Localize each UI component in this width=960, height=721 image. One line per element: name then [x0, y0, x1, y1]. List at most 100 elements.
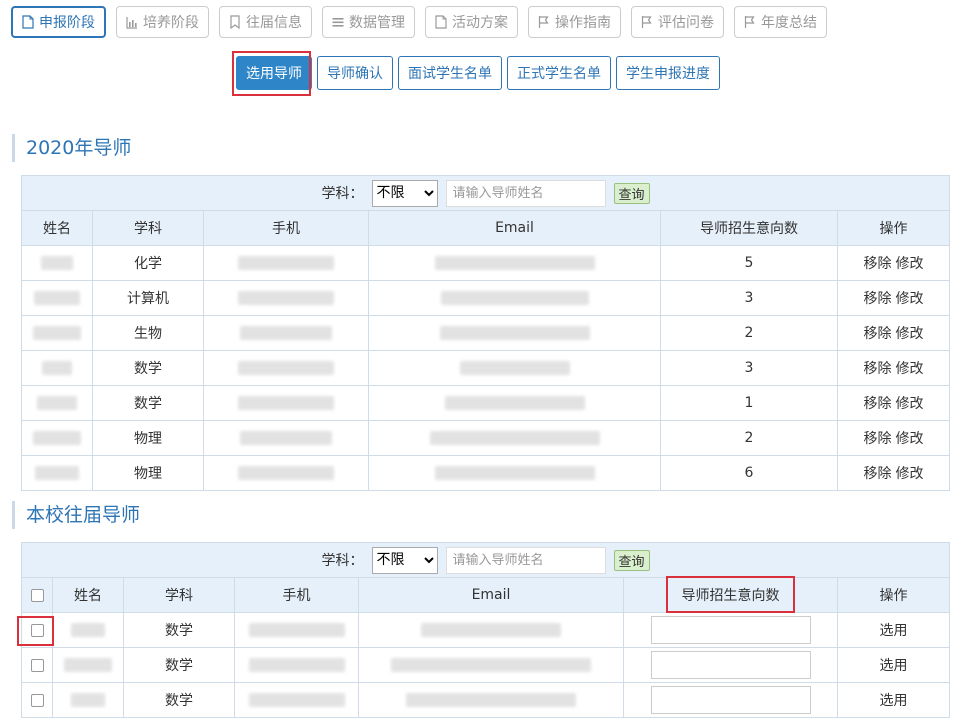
edit-link[interactable]: 修改 [896, 256, 924, 272]
intent-count-input[interactable] [650, 616, 811, 644]
stage-tab-1[interactable]: 培养阶段 [116, 6, 209, 38]
column-header: 导师招生意向数 [660, 210, 838, 246]
cell-subject: 化学 [92, 245, 204, 281]
cell-checkbox [21, 647, 53, 683]
cell-operations: 移除 修改 [836, 245, 951, 281]
cell-intent-input [623, 647, 838, 683]
redacted-value [37, 396, 77, 410]
edit-link[interactable]: 修改 [896, 326, 924, 342]
row-checkbox[interactable] [30, 658, 44, 672]
table-row: 生物 2 移除 修改 [21, 315, 951, 351]
cell-name [21, 280, 93, 316]
column-header: 操作 [836, 577, 951, 613]
query-button[interactable]: 查询 [613, 182, 650, 204]
remove-link[interactable]: 移除 [864, 431, 892, 447]
redacted-value [33, 431, 81, 445]
redacted-value [439, 326, 590, 340]
cell-subject: 数学 [123, 647, 235, 683]
subject-label: 学科： [321, 553, 364, 569]
query-button[interactable]: 查询 [613, 549, 650, 571]
mentor-table-2020: 学科： 不限 查询 姓名学科手机Email导师招生意向数操作 化学5移除修改计算… [20, 175, 951, 491]
cell-checkbox [21, 612, 53, 648]
cell-intent-input [623, 612, 838, 648]
list-icon [332, 15, 344, 29]
cell-operations: 移除 修改 [836, 385, 951, 421]
filter-bar-2020: 学科： 不限 查询 [22, 179, 949, 207]
cell-email [368, 420, 661, 456]
row-checkbox[interactable] [30, 623, 44, 637]
redacted-value [391, 658, 591, 672]
stage-tab-6[interactable]: 评估问卷 [631, 6, 724, 38]
edit-link[interactable]: 修改 [896, 431, 924, 447]
remove-link[interactable]: 移除 [864, 361, 892, 377]
select-all-checkbox[interactable] [30, 588, 44, 602]
cell-subject: 数学 [123, 612, 235, 648]
redacted-value [248, 623, 345, 637]
subject-select[interactable]: 不限 [371, 546, 438, 574]
stage-tab-3[interactable]: 数据管理 [322, 6, 415, 38]
cell-operations: 移除 修改 [836, 420, 951, 456]
column-header: 学科 [123, 577, 235, 613]
column-header: 姓名 [21, 210, 93, 246]
cell-checkbox [21, 682, 53, 718]
sub-tab-2[interactable]: 面试学生名单 [398, 56, 502, 90]
cell-email [368, 315, 661, 351]
redacted-value [459, 361, 570, 375]
edit-link[interactable]: 修改 [896, 291, 924, 307]
mentor-name-input[interactable] [445, 546, 606, 574]
redacted-value [248, 658, 345, 672]
remove-link[interactable]: 移除 [864, 396, 892, 412]
subject-select[interactable]: 不限 [371, 179, 438, 207]
select-link[interactable]: 选用 [880, 623, 908, 639]
sub-tab-1[interactable]: 导师确认 [317, 56, 393, 90]
cell-name [52, 647, 124, 683]
edit-link[interactable]: 修改 [896, 396, 924, 412]
redacted-value [238, 256, 334, 270]
table-row: 数学 选用 [21, 612, 951, 648]
mentor-name-input[interactable] [445, 179, 606, 207]
table-row: 物理 2 移除 修改 [21, 420, 951, 456]
cell-name [21, 245, 93, 281]
cell-intent-count: 2 [660, 420, 838, 456]
remove-link[interactable]: 移除 [864, 326, 892, 342]
table-row: 数学 选用 [21, 682, 951, 718]
table-row: 计算机 3 移除 修改 [21, 280, 951, 316]
cell-email [358, 647, 624, 683]
edit-link[interactable]: 修改 [896, 361, 924, 377]
stage-tab-4[interactable]: 活动方案 [425, 6, 518, 38]
cell-name [21, 420, 93, 456]
select-link[interactable]: 选用 [880, 693, 908, 709]
bookmark-icon [229, 15, 241, 29]
remove-link[interactable]: 移除 [864, 256, 892, 272]
cell-phone [234, 682, 359, 718]
row-checkbox[interactable] [30, 693, 44, 707]
sub-tab-0[interactable]: 选用导师 [236, 56, 312, 90]
cell-intent-count: 1 [660, 385, 838, 421]
edit-link[interactable]: 修改 [896, 466, 924, 482]
column-header: 姓名 [52, 577, 124, 613]
redacted-value [240, 326, 332, 340]
filter-bar-past: 学科： 不限 查询 [22, 546, 949, 574]
flag-icon [641, 15, 653, 29]
sub-tab-3[interactable]: 正式学生名单 [507, 56, 611, 90]
redacted-value [42, 361, 72, 375]
stage-tab-label: 培养阶段 [143, 15, 199, 31]
intent-count-input[interactable] [650, 686, 811, 714]
redacted-value [406, 693, 576, 707]
cell-operations: 选用 [836, 612, 951, 648]
stage-tab-label: 操作指南 [555, 15, 611, 31]
sub-tab-4[interactable]: 学生申报进度 [616, 56, 720, 90]
cell-name [52, 612, 124, 648]
stage-tab-5[interactable]: 操作指南 [528, 6, 621, 38]
intent-count-input[interactable] [650, 651, 811, 679]
cell-subject: 计算机 [92, 280, 204, 316]
stage-tabs: 申报阶段 培养阶段 往届信息 数据管理 活动方案 操作指南 评估问卷 年度总结 [11, 6, 827, 38]
remove-link[interactable]: 移除 [864, 466, 892, 482]
stage-tab-0[interactable]: 申报阶段 [11, 6, 106, 38]
stage-tab-7[interactable]: 年度总结 [734, 6, 827, 38]
remove-link[interactable]: 移除 [864, 291, 892, 307]
stage-tab-2[interactable]: 往届信息 [219, 6, 312, 38]
redacted-value [238, 361, 334, 375]
select-link[interactable]: 选用 [880, 658, 908, 674]
table-row: 物理 6 移除 修改 [21, 455, 951, 491]
